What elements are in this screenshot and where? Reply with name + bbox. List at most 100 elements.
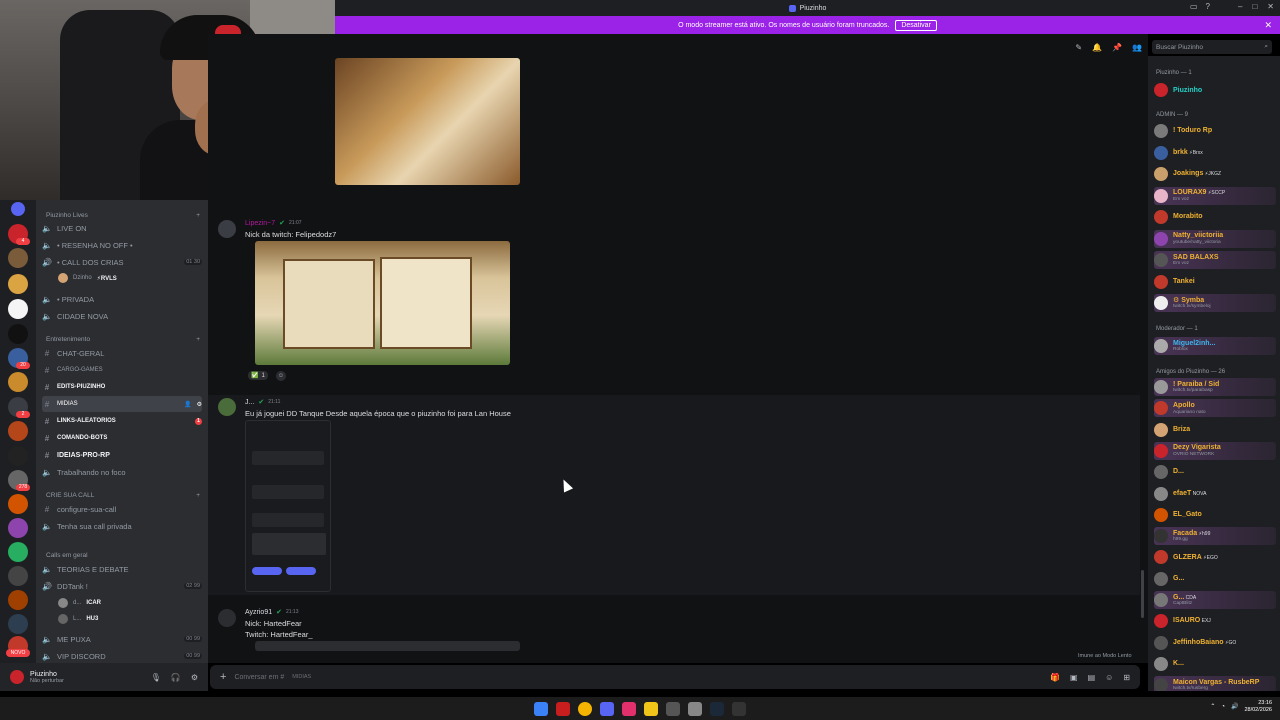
member-item[interactable]: EL_Gato [1154, 506, 1276, 524]
member-item[interactable]: brkk ⚡Brxx [1154, 144, 1276, 162]
member-item[interactable]: D... [1154, 463, 1276, 481]
server-icon[interactable] [8, 446, 28, 466]
microphone-icon[interactable]: 🎙 [151, 673, 161, 682]
server-icon[interactable] [11, 202, 25, 216]
server-icon[interactable] [8, 421, 28, 441]
scrollbar[interactable] [1141, 570, 1144, 618]
server-icon[interactable] [8, 299, 28, 319]
add-channel-icon[interactable]: + [196, 336, 200, 343]
user-info[interactable]: Piuzinho Não perturbar [30, 671, 64, 684]
member-item[interactable]: Facada ⚡h99 h99.gg [1154, 527, 1276, 546]
gif-icon[interactable]: ▣ [1070, 673, 1078, 682]
settings-gear-icon[interactable]: ⚙ [191, 673, 198, 682]
voice-channel-call-dos-crias[interactable]: 🔊 • CALL DOS CRIAS 01 30 [42, 254, 202, 270]
headphones-icon[interactable]: 🎧 [171, 673, 181, 682]
voice-channel-resenha[interactable]: 🔈 • RESENHA NO OFF • [42, 237, 202, 253]
reaction-check[interactable]: ✅ 1 [248, 371, 268, 380]
close-window-button[interactable]: ✕ [1267, 2, 1274, 11]
text-channel-edits[interactable]: # EDITS-PIUZINHO [42, 379, 202, 395]
inbox-icon[interactable]: ▭ [1190, 2, 1198, 11]
server-icon[interactable] [8, 590, 28, 610]
avatar[interactable] [10, 670, 24, 684]
member-item[interactable]: Dezy Vigarista OVRIO NETWORK [1154, 441, 1276, 460]
text-channel-chat-geral[interactable]: # CHAT-GERAL [42, 345, 202, 361]
member-item[interactable]: LOURAX9 ⚡SCCP Em voz [1154, 186, 1276, 205]
pin-icon[interactable]: 📌 [1112, 43, 1122, 52]
member-item[interactable]: Apollo Aquariano nato [1154, 399, 1276, 418]
windows-start-icon[interactable] [534, 701, 548, 716]
gift-icon[interactable]: 🎁 [1050, 673, 1060, 682]
members-list-icon[interactable]: 👥 [1132, 43, 1142, 52]
member-item[interactable]: K... [1154, 655, 1276, 673]
voice-channel-trabalhando[interactable]: 🔈 Trabalhando no foco [42, 464, 202, 480]
taskbar-app-icon[interactable] [732, 701, 746, 716]
threads-icon[interactable]: ✎ [1075, 43, 1082, 52]
voice-user[interactable]: d... ICAR [58, 596, 198, 610]
voice-channel-privada[interactable]: 🔈 • PRIVADA [42, 291, 202, 307]
message-author[interactable]: Lipezin~7 [245, 220, 275, 227]
emoji-icon[interactable]: ☺ [1105, 673, 1113, 682]
member-item[interactable]: Natty_viictoriia youtube/natty_viictoria [1154, 229, 1276, 248]
avatar[interactable] [218, 220, 236, 238]
message-image-phone-screenshot[interactable] [245, 420, 331, 592]
category-header[interactable]: Entretenimento + [46, 333, 200, 345]
chrome-icon[interactable] [578, 701, 592, 716]
member-item[interactable]: Miguel2inh... Roblox [1154, 337, 1276, 355]
taskbar-app-icon[interactable] [666, 701, 680, 716]
notification-bell-icon[interactable]: 🔔 [1092, 43, 1102, 52]
member-item[interactable]: SAD BALAXS Em voz [1154, 251, 1276, 269]
voice-channel-me-puxa[interactable]: 🔈 ME PUXA 00 99 [42, 631, 202, 647]
taskbar-app-icon[interactable] [622, 701, 636, 716]
volume-icon[interactable]: 🔊 [1231, 703, 1238, 710]
server-icon[interactable] [8, 518, 28, 538]
file-explorer-icon[interactable] [644, 701, 658, 716]
text-channel-configure[interactable]: # configure-sua-call [42, 501, 202, 517]
server-icon[interactable] [8, 372, 28, 392]
server-icon[interactable] [8, 566, 28, 586]
member-item[interactable]: ! Paraiba / Sid twitch.tv/paraibasp [1154, 378, 1276, 396]
wifi-icon[interactable]: ◔ [1221, 704, 1225, 710]
minimize-button[interactable]: – [1238, 2, 1242, 11]
message-composer[interactable]: + Conversar em # MIDIAS 🎁 ▣ ▤ ☺ ⊞ [210, 665, 1140, 689]
channel-settings-icon[interactable]: ⚙ [197, 401, 202, 408]
search-input[interactable]: Buscar Piuzinho ⌕ [1152, 40, 1272, 54]
server-icon[interactable] [8, 614, 28, 634]
add-reaction-icon[interactable]: ☺ [276, 371, 286, 381]
member-item[interactable]: Tankei [1154, 273, 1276, 291]
text-channel-ideias[interactable]: # IDEIAS-PRO-RP [42, 447, 202, 463]
member-item[interactable]: ⚙ Symba twitch.tv/symbeloj [1154, 294, 1276, 312]
add-channel-icon[interactable]: + [196, 492, 200, 499]
close-banner-icon[interactable]: ✕ [1264, 20, 1272, 31]
voice-channel-tenha[interactable]: 🔈 Tenha sua call privada [42, 518, 202, 534]
text-channel-cargo-games[interactable]: # CARGO-GAMES [42, 362, 202, 378]
member-item[interactable]: efaeT NOVA [1154, 485, 1276, 503]
message-image-partial[interactable] [255, 641, 520, 651]
server-icon[interactable] [8, 248, 28, 268]
settings-icon[interactable] [688, 701, 702, 716]
invite-icon[interactable]: 👤 [184, 401, 191, 408]
text-channel-midias[interactable]: # MIDIAS 👤 ⚙ [42, 396, 202, 412]
message-image-game-screen[interactable] [255, 241, 510, 365]
apps-icon[interactable]: ⊞ [1123, 673, 1130, 682]
voice-channel-live-on[interactable]: 🔈 LIVE ON [42, 220, 202, 236]
member-item[interactable]: JeffinhoBaiano ⚡GO [1154, 634, 1276, 652]
taskbar-app-icon[interactable] [556, 701, 570, 716]
text-channel-links[interactable]: # LINKS-ALEATORIOS 1 [42, 413, 202, 429]
voice-channel-ddtank[interactable]: 🔊 DDTank ! 02 99 [42, 578, 202, 594]
text-channel-comando-bots[interactable]: # COMANDO-BOTS [42, 430, 202, 446]
avatar[interactable] [218, 398, 236, 416]
tray-chevron-icon[interactable]: ⌃ [1210, 703, 1215, 710]
voice-user[interactable]: Dzinho ⚡RVLS [58, 271, 198, 285]
sticker-icon[interactable]: ▤ [1088, 673, 1096, 682]
message-author[interactable]: J... [245, 399, 254, 406]
voice-channel-vip[interactable]: 🔈 VIP DISCORD 00 99 [42, 648, 202, 663]
member-item[interactable]: G... CDA CaptBlitz [1154, 591, 1276, 609]
add-channel-icon[interactable]: + [196, 212, 200, 219]
member-item[interactable]: Joakings ⚡JKGZ [1154, 165, 1276, 183]
maximize-button[interactable]: □ [1252, 2, 1257, 11]
member-item[interactable]: GLZERA ⚡EGO [1154, 548, 1276, 566]
member-item[interactable]: Maicon Vargas - RusbeRP twitch.tv/rusberg [1154, 676, 1276, 691]
member-item[interactable]: G... [1154, 570, 1276, 588]
voice-user[interactable]: L... HU3 [58, 612, 198, 626]
attach-plus-icon[interactable]: + [220, 671, 226, 683]
